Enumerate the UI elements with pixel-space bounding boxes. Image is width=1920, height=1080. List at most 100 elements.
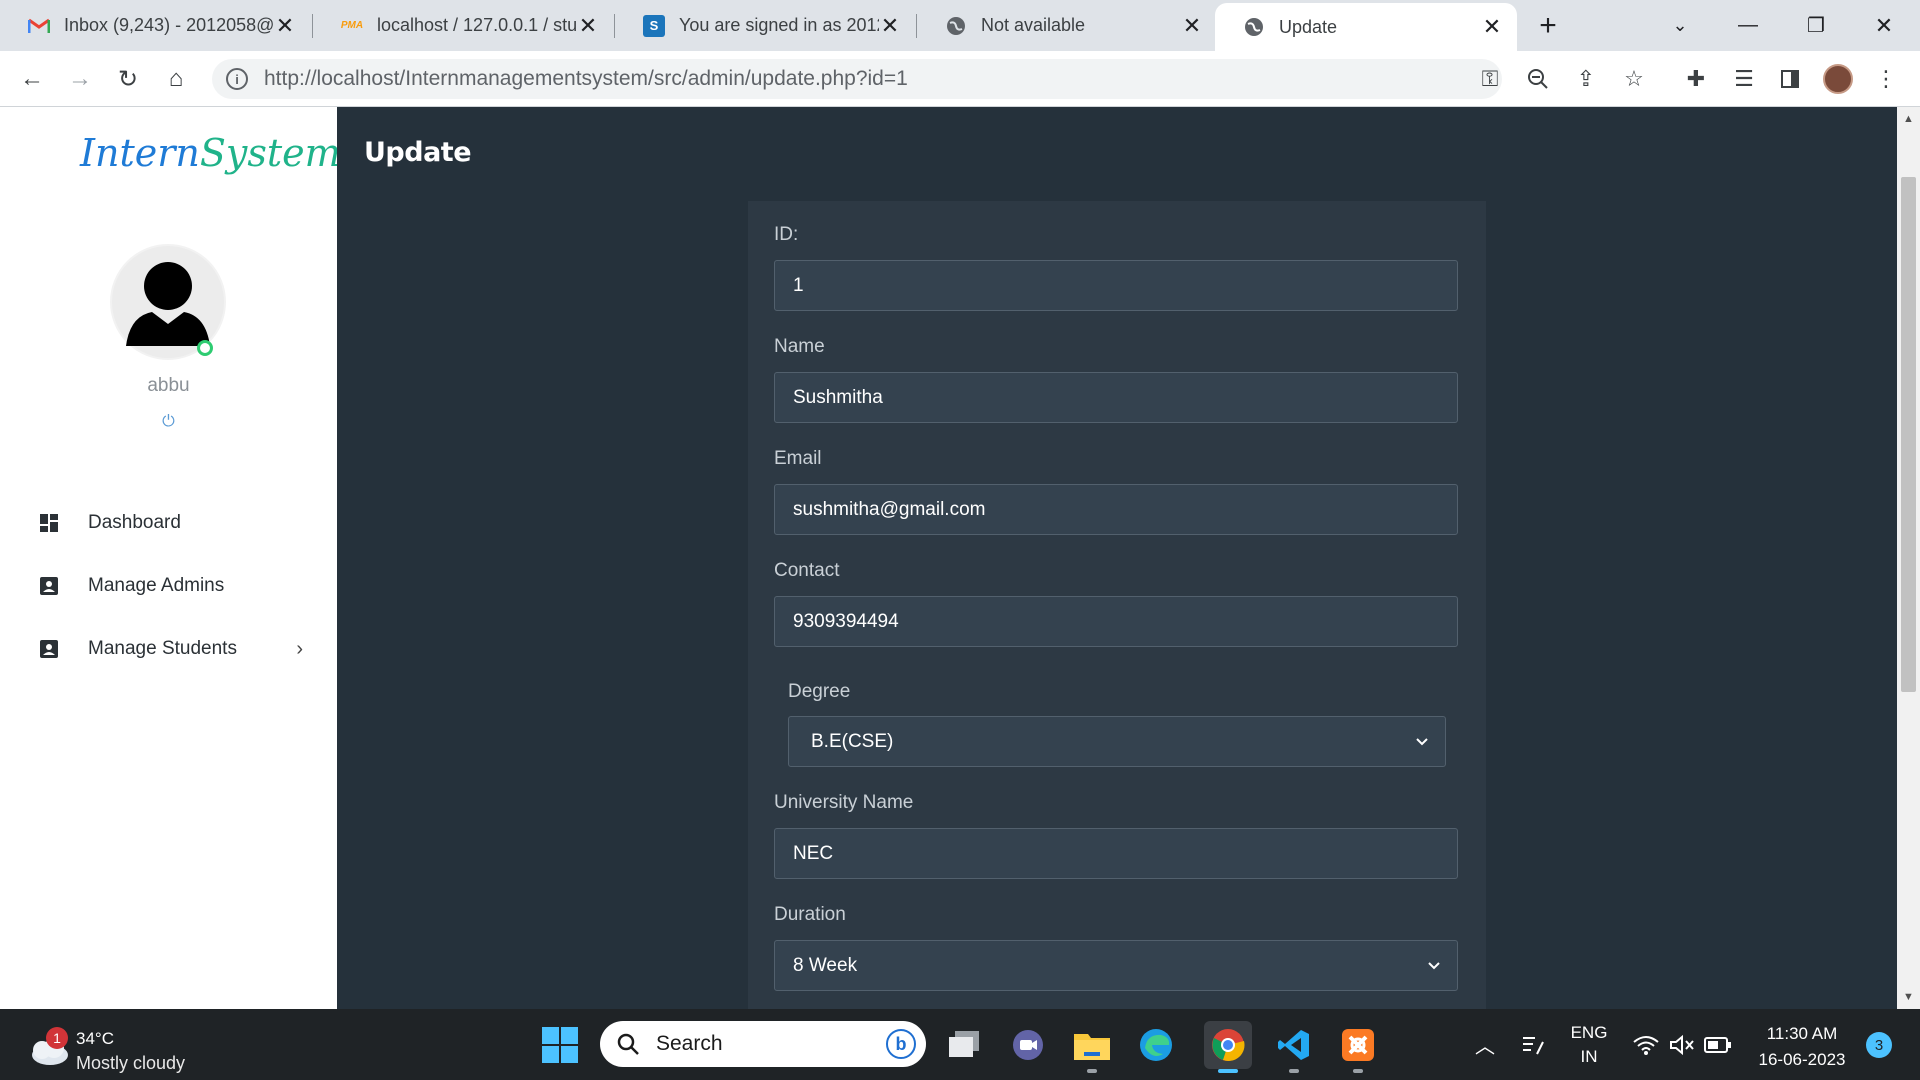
scroll-up-arrow-icon[interactable]: ▲ [1897, 113, 1920, 125]
close-icon[interactable]: ✕ [577, 13, 599, 39]
url-omnibox[interactable]: i http://localhost/Internmanagementsyste… [212, 59, 1502, 99]
degree-label: Degree [788, 681, 851, 702]
sidebar-item-label: Dashboard [88, 512, 181, 533]
taskbar-search[interactable]: Search b [600, 1021, 926, 1067]
wifi-icon[interactable] [1630, 1009, 1662, 1080]
tab-title: Inbox (9,243) - 2012058@ [64, 15, 274, 35]
volume-muted-icon[interactable] [1666, 1009, 1698, 1080]
kebab-menu-icon[interactable]: ⋮ [1866, 59, 1906, 99]
info-icon[interactable]: i [226, 68, 248, 90]
close-icon[interactable]: ✕ [1481, 14, 1503, 40]
window-close-button[interactable]: ✕ [1856, 0, 1912, 51]
update-form: ID: 1 Name Sushmitha Email sushmitha@gma… [748, 201, 1486, 1021]
name-field[interactable]: Sushmitha [774, 372, 1458, 423]
weather-alert-badge: 1 [46, 1027, 68, 1049]
chevron-right-icon: › [296, 637, 303, 660]
key-icon[interactable]: ⚿ [1470, 59, 1510, 99]
task-view-icon[interactable] [940, 1021, 988, 1069]
tab-gmail[interactable]: Inbox (9,243) - 2012058@ ✕ [0, 0, 310, 51]
duration-selected-value: 8 Week [793, 954, 858, 976]
close-icon[interactable]: ✕ [879, 13, 901, 39]
phpmyadmin-icon: PMA [340, 20, 364, 31]
bookmark-star-icon[interactable]: ☆ [1614, 59, 1654, 99]
browser-tab-strip: Inbox (9,243) - 2012058@ ✕ PMA localhost… [0, 0, 1920, 51]
battery-icon[interactable] [1702, 1009, 1734, 1080]
pen-touch-icon[interactable] [1518, 1009, 1548, 1080]
xampp-icon[interactable] [1334, 1021, 1382, 1073]
app-running-indicator [1087, 1069, 1097, 1073]
university-field[interactable]: NEC [774, 828, 1458, 879]
degree-select[interactable]: B.E(CSE) [788, 716, 1446, 767]
contact-label: Contact [774, 560, 840, 581]
vscode-icon[interactable] [1270, 1021, 1318, 1073]
new-tab-button[interactable]: + [1520, 0, 1576, 51]
search-icon [617, 1033, 639, 1055]
intern-system-logo[interactable]: InternSystem [80, 131, 341, 175]
email-label: Email [774, 448, 822, 469]
language-indicator[interactable]: ENG IN [1564, 1009, 1614, 1080]
avatar [110, 244, 226, 360]
email-field[interactable]: sushmitha@gmail.com [774, 484, 1458, 535]
windows-taskbar: 1 34°C Mostly cloudy Search b ︿ ENG IN 1… [0, 1009, 1920, 1080]
sidebar-item-dashboard[interactable]: Dashboard [0, 498, 337, 548]
system-clock[interactable]: 11:30 AM 16-06-2023 [1742, 1021, 1862, 1073]
restore-button[interactable]: ❐ [1788, 0, 1844, 51]
bing-icon[interactable]: b [886, 1029, 916, 1059]
tab-not-available[interactable]: Not available ✕ [917, 0, 1217, 51]
student-badge-icon [40, 640, 58, 658]
scroll-down-arrow-icon[interactable]: ▼ [1897, 991, 1920, 1003]
tab-phpmyadmin[interactable]: PMA localhost / 127.0.0.1 / stuc ✕ [313, 0, 613, 51]
duration-label: Duration [774, 904, 846, 925]
close-icon[interactable]: ✕ [274, 13, 296, 39]
close-icon[interactable]: ✕ [1181, 13, 1203, 39]
id-field[interactable]: 1 [774, 260, 1458, 311]
reload-button[interactable]: ↻ [108, 59, 148, 99]
home-button[interactable]: ⌂ [156, 59, 196, 99]
file-explorer-icon[interactable] [1068, 1021, 1116, 1073]
tab-title: Update [1279, 16, 1338, 37]
page-title: Update [364, 137, 472, 168]
tab-search-chevron-icon[interactable]: ⌄ [1652, 0, 1708, 51]
clock-time: 11:30 AM [1766, 1024, 1838, 1043]
sidebar-item-manage-students[interactable]: Manage Students › [0, 624, 337, 674]
weather-condition: Mostly cloudy [76, 1053, 186, 1073]
edge-browser-icon[interactable] [1132, 1021, 1180, 1069]
app-running-indicator [1353, 1069, 1363, 1073]
minimize-button[interactable]: — [1720, 0, 1776, 51]
language-code: ENG [1570, 1022, 1608, 1042]
app-running-indicator [1289, 1069, 1299, 1073]
tab-signed-in[interactable]: S You are signed in as 2012 ✕ [615, 0, 915, 51]
back-button[interactable]: ← [12, 59, 52, 99]
admin-badge-icon [40, 577, 58, 595]
url-path: /Internmanagementsystem/src/admin/update… [399, 67, 908, 90]
forward-button[interactable]: → [60, 59, 100, 99]
chevron-down-icon [1416, 738, 1428, 746]
logo-text-system: System [199, 131, 341, 175]
contact-field[interactable]: 9309394494 [774, 596, 1458, 647]
sidebar-item-label: Manage Admins [88, 575, 225, 596]
extensions-puzzle-icon[interactable]: ✚ [1676, 59, 1716, 99]
globe-icon [945, 15, 967, 37]
notification-count-badge[interactable]: 3 [1866, 1032, 1892, 1058]
tab-update[interactable]: Update ✕ [1215, 3, 1517, 51]
windows-start-icon[interactable] [542, 1027, 578, 1063]
sidebar-item-manage-admins[interactable]: Manage Admins [0, 561, 337, 611]
duration-select[interactable]: 8 Week [774, 940, 1458, 991]
page-scrollbar[interactable]: ▲ ▼ [1897, 107, 1920, 1009]
share-icon[interactable]: ⇪ [1566, 59, 1606, 99]
url-text: http://localhost/Internmanagementsystem/… [264, 67, 908, 91]
power-icon[interactable]: ⏻ [0, 413, 337, 431]
chrome-browser-icon[interactable] [1204, 1021, 1252, 1073]
app-active-indicator [1218, 1069, 1238, 1073]
reading-list-icon[interactable]: ☰ [1724, 59, 1764, 99]
show-hidden-icons-chevron-icon[interactable]: ︿ [1470, 1009, 1500, 1080]
weather-widget[interactable]: 1 34°C Mostly cloudy [24, 1019, 224, 1073]
teams-chat-icon[interactable] [1004, 1021, 1052, 1069]
online-status-dot [197, 340, 213, 356]
side-panel-icon[interactable] [1770, 59, 1810, 99]
sidebar: InternSystem abbu ⏻ Dashboard Manage Adm… [0, 107, 341, 1009]
zoom-out-icon[interactable] [1518, 59, 1558, 99]
sidebar-item-label: Manage Students [88, 638, 237, 659]
profile-avatar[interactable] [1818, 59, 1858, 99]
scrollbar-thumb[interactable] [1901, 177, 1916, 692]
